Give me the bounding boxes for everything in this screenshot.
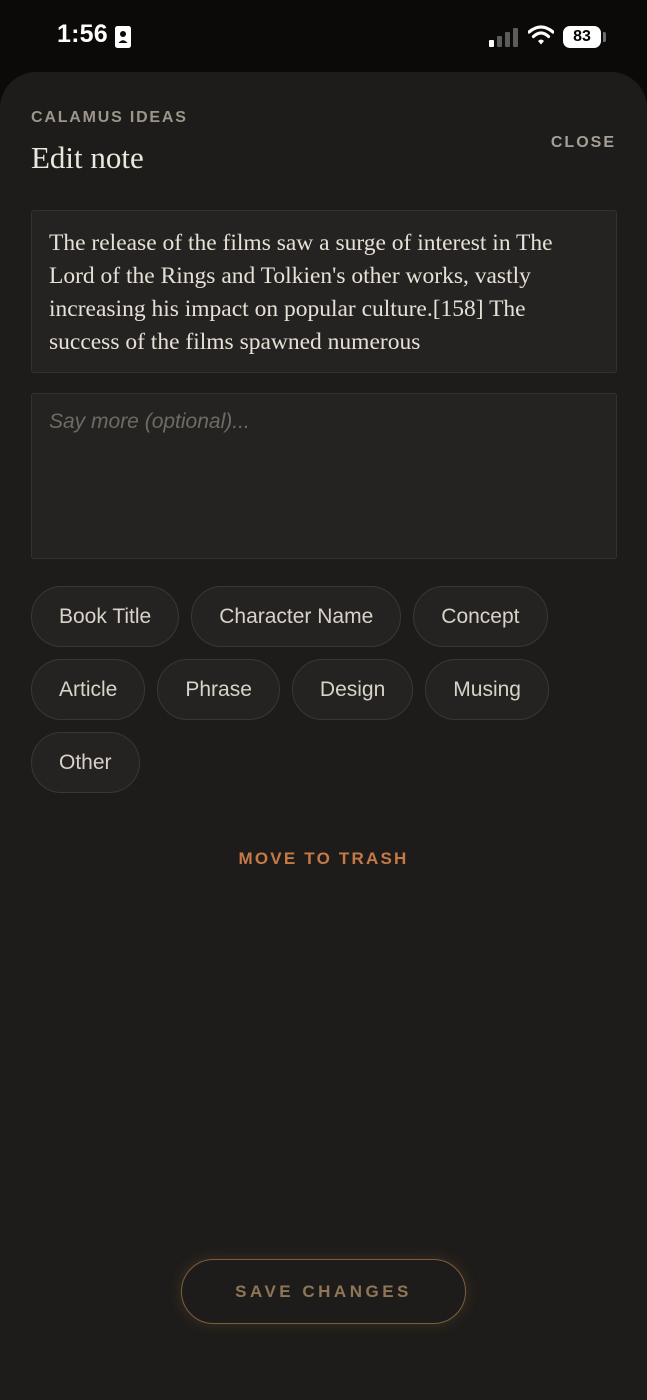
chip-character-name[interactable]: Character Name <box>191 586 402 647</box>
chip-row: Book Title Character Name Concept <box>31 586 617 647</box>
chip-row: Other <box>31 732 617 793</box>
cellular-signal-icon <box>489 28 518 47</box>
chip-concept[interactable]: Concept <box>413 586 548 647</box>
chip-musing[interactable]: Musing <box>425 659 549 720</box>
page-title: Edit note <box>31 140 144 175</box>
category-chips: Book Title Character Name Concept Articl… <box>31 586 617 805</box>
close-button[interactable]: CLOSE <box>551 134 616 152</box>
chip-design[interactable]: Design <box>291 659 414 720</box>
save-changes-button[interactable]: SAVE CHANGES <box>181 1259 466 1324</box>
note-text: The release of the films saw a surge of … <box>49 230 553 355</box>
say-more-placeholder: Say more (optional)... <box>49 410 250 433</box>
say-more-field[interactable]: Say more (optional)... <box>31 393 617 559</box>
id-card-icon <box>115 26 131 48</box>
chip-phrase[interactable]: Phrase <box>157 659 280 720</box>
wifi-icon <box>528 25 554 45</box>
battery-cap <box>603 32 606 42</box>
status-bar: 1:56 83 <box>0 0 647 72</box>
move-to-trash-button[interactable]: MOVE TO TRASH <box>0 849 647 869</box>
chip-book-title[interactable]: Book Title <box>31 586 180 647</box>
app-eyebrow: CALAMUS IDEAS <box>31 109 188 126</box>
chip-other[interactable]: Other <box>31 732 140 793</box>
note-text-field[interactable]: The release of the films saw a surge of … <box>31 210 617 373</box>
battery-icon: 83 <box>563 26 601 48</box>
chip-article[interactable]: Article <box>31 659 146 720</box>
chip-row: Article Phrase Design Musing <box>31 659 617 720</box>
status-time: 1:56 <box>57 20 108 48</box>
